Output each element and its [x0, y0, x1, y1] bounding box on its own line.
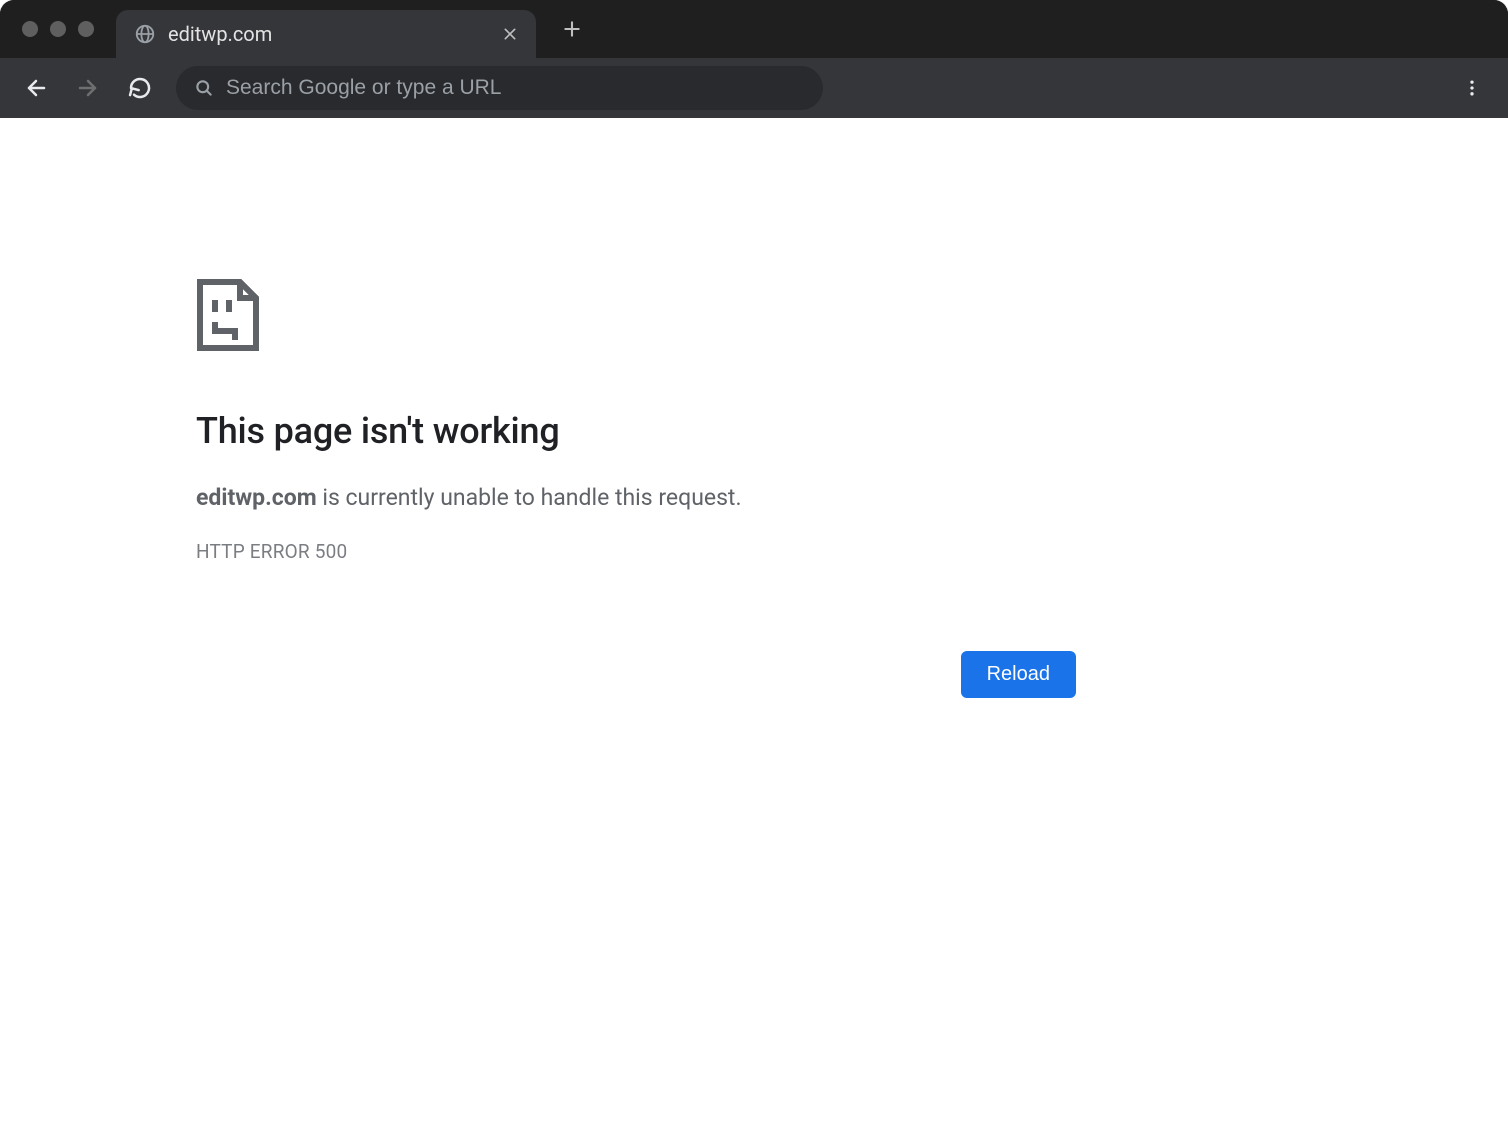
error-title: This page isn't working: [196, 410, 1076, 452]
forward-button[interactable]: [66, 66, 110, 110]
new-tab-button[interactable]: [552, 9, 592, 49]
window-minimize-button[interactable]: [50, 21, 66, 37]
browser-tab[interactable]: editwp.com: [116, 10, 536, 58]
broken-page-icon: [196, 278, 1076, 356]
error-code: HTTP ERROR 500: [196, 540, 1076, 563]
error-interstitial: This page isn't working editwp.com is cu…: [196, 278, 1076, 698]
close-tab-button[interactable]: [498, 22, 522, 46]
window-controls: [0, 21, 116, 37]
window-close-button[interactable]: [22, 21, 38, 37]
browser-menu-button[interactable]: [1450, 66, 1494, 110]
back-button[interactable]: [14, 66, 58, 110]
tab-title: editwp.com: [168, 22, 498, 46]
globe-icon: [134, 23, 156, 45]
error-message-tail: is currently unable to handle this reque…: [317, 484, 742, 511]
tab-strip: editwp.com: [0, 0, 1508, 58]
browser-toolbar: [0, 58, 1508, 118]
address-input[interactable]: [226, 76, 805, 100]
page-reload-button[interactable]: Reload: [961, 651, 1076, 698]
error-domain: editwp.com: [196, 484, 317, 511]
search-icon: [194, 78, 214, 98]
reload-button[interactable]: [118, 66, 162, 110]
error-message: editwp.com is currently unable to handle…: [196, 482, 1076, 514]
window-maximize-button[interactable]: [78, 21, 94, 37]
page-viewport: This page isn't working editwp.com is cu…: [0, 118, 1508, 1134]
address-bar[interactable]: [176, 66, 823, 110]
browser-chrome: editwp.com: [0, 0, 1508, 118]
